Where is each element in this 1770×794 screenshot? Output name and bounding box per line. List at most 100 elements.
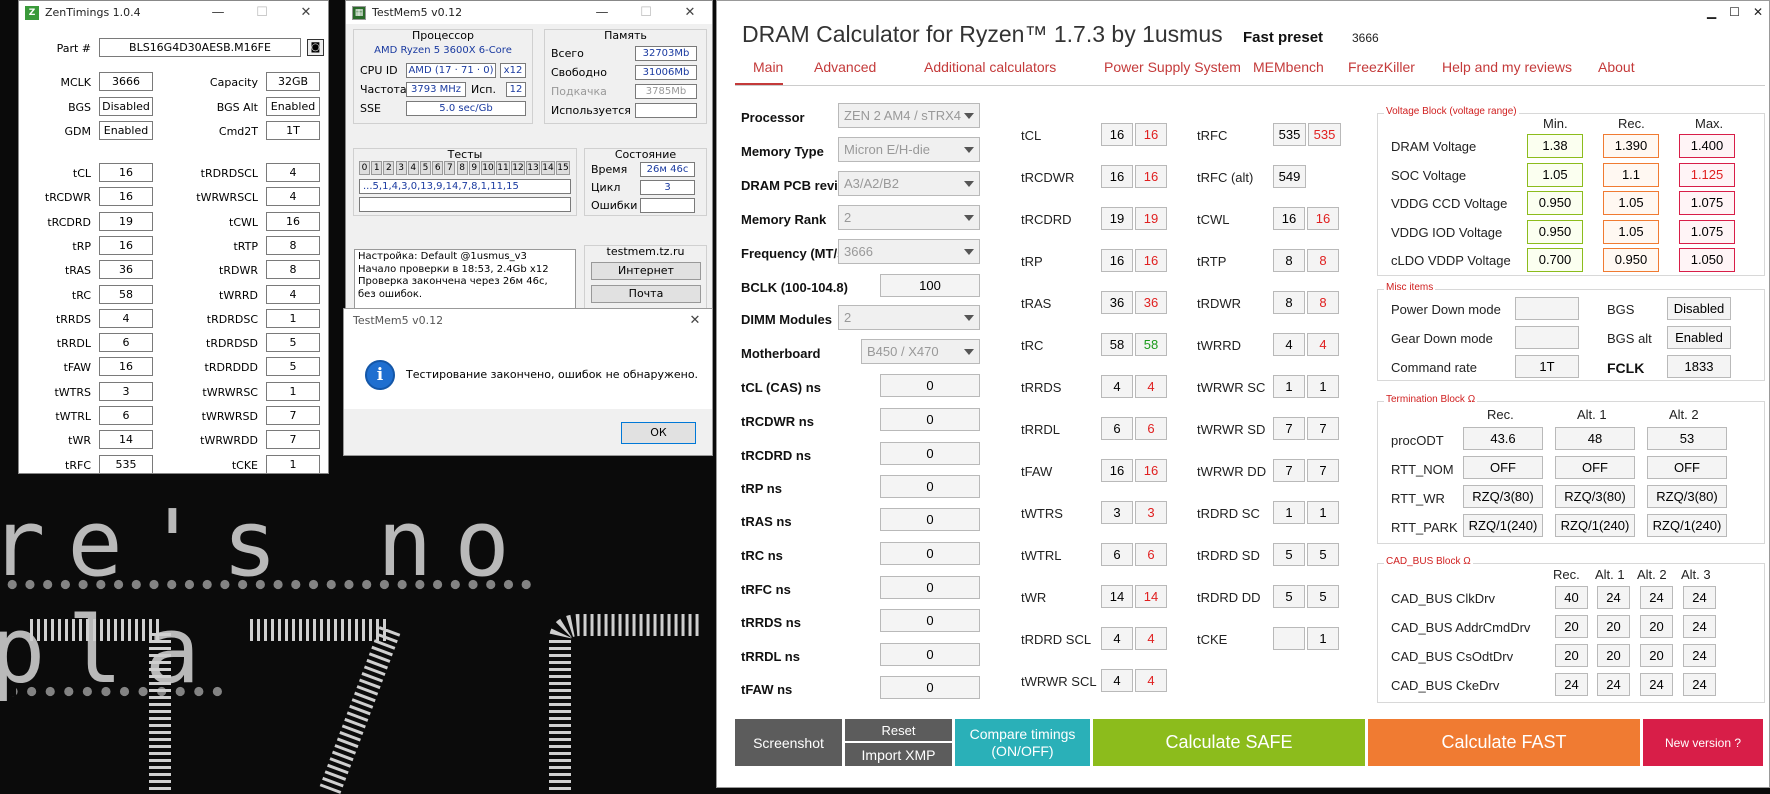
- test-cell: 1: [371, 161, 383, 175]
- timing-value: Enabled: [99, 121, 153, 140]
- termination-value: 43.6: [1463, 427, 1543, 450]
- calculate-safe-button[interactable]: Calculate SAFE: [1093, 719, 1365, 766]
- new-version-button[interactable]: New version ?: [1643, 719, 1763, 766]
- timing-value-rec: 5: [1307, 585, 1339, 608]
- reset-button[interactable]: Reset: [845, 719, 952, 741]
- param-select[interactable]: B450 / X470: [861, 339, 980, 364]
- tab-main[interactable]: Main: [753, 59, 783, 75]
- param-select[interactable]: 2: [838, 305, 980, 330]
- param-input[interactable]: 0: [880, 609, 980, 632]
- tab-separator: [735, 85, 1765, 86]
- param-input[interactable]: 0: [880, 576, 980, 599]
- screenshot-button[interactable]: Screenshot: [735, 719, 842, 766]
- power-down-label: Power Down mode: [1391, 302, 1501, 317]
- cadbus-label: CAD_BUS CsOdtDrv: [1391, 649, 1514, 664]
- param-select[interactable]: ZEN 2 AM4 / sTRX4: [838, 103, 980, 128]
- close-icon[interactable]: ✕: [678, 309, 712, 332]
- close-icon[interactable]: ✕: [1753, 5, 1763, 19]
- tab-additional-calculators[interactable]: Additional calculators: [924, 59, 1056, 75]
- param-label: tRAS ns: [741, 514, 792, 529]
- param-input[interactable]: 0: [880, 542, 980, 565]
- compare-label-1: Compare timings: [969, 725, 1076, 742]
- timing-value: 1: [266, 381, 320, 401]
- calculate-fast-button[interactable]: Calculate FAST: [1368, 719, 1640, 766]
- timing-value-rec: 6: [1135, 543, 1167, 566]
- timing-label: tWRRD: [1197, 338, 1242, 353]
- timing-value: Disabled: [99, 96, 153, 116]
- timing-value: 1T: [266, 121, 320, 140]
- minimize-icon[interactable]: —: [196, 1, 240, 24]
- tab-advanced[interactable]: Advanced: [814, 59, 876, 75]
- tab-about[interactable]: About: [1598, 59, 1635, 75]
- ok-button[interactable]: ОК: [621, 422, 696, 444]
- swap-label: Подкачка: [551, 85, 607, 98]
- timing-value-rec: 19: [1135, 207, 1167, 230]
- maximize-icon[interactable]: ☐: [240, 1, 284, 24]
- timing-value: 8: [1273, 249, 1305, 272]
- minimize-icon[interactable]: ▁: [1707, 5, 1716, 19]
- param-input[interactable]: 0: [880, 508, 980, 531]
- time-value: 26м 46с: [640, 162, 695, 177]
- param-input[interactable]: 0: [880, 442, 980, 465]
- timing-label: tRDRD SD: [1197, 548, 1260, 563]
- param-label: Memory Rank: [741, 212, 827, 227]
- minimize-icon[interactable]: —: [580, 1, 624, 24]
- term-header-rec: Rec.: [1487, 407, 1514, 422]
- param-select[interactable]: Micron E/H-die: [838, 137, 980, 162]
- param-input[interactable]: 0: [880, 676, 980, 699]
- dram-calculator-window: DRAM Calculator for Ryzen™ 1.7.3 by 1usm…: [716, 0, 1770, 788]
- maximize-icon[interactable]: ☐: [624, 1, 668, 24]
- background-wallpaper: re's no pla: [0, 470, 720, 794]
- close-icon[interactable]: ✕: [284, 1, 328, 24]
- wallpaper-shapes: [30, 614, 700, 794]
- test-cell: 12: [511, 161, 525, 175]
- param-input[interactable]: 0: [880, 408, 980, 431]
- tab-membench[interactable]: MEMbench: [1253, 59, 1324, 75]
- internet-button[interactable]: Интернет: [591, 262, 701, 280]
- timing-label: tRP: [1021, 254, 1043, 269]
- tab-freezkiller[interactable]: FreezKiller: [1348, 59, 1415, 75]
- dialog-titlebar[interactable]: TestMem5 v0.12 ✕: [344, 309, 712, 331]
- close-icon[interactable]: ✕: [668, 1, 712, 24]
- param-label: Frequency (MT/s): [741, 246, 849, 261]
- camera-icon[interactable]: ◙: [307, 39, 324, 56]
- testmem-titlebar[interactable]: ▦ TestMem5 v0.12 — ☐ ✕: [346, 1, 712, 24]
- timing-value: 58: [99, 284, 153, 304]
- param-select[interactable]: 2: [838, 205, 980, 230]
- voltage-label: VDDG IOD Voltage: [1391, 224, 1503, 240]
- param-label: tRFC ns: [741, 582, 791, 597]
- cadbus-value: 24: [1640, 586, 1673, 609]
- termination-value: RZQ/1(240): [1463, 514, 1543, 537]
- bgs-alt-value: Enabled: [1667, 326, 1731, 349]
- timing-label: tRFC (alt): [1197, 170, 1254, 185]
- cycle-value: 3: [640, 180, 695, 195]
- param-select[interactable]: A3/A2/B2: [838, 171, 980, 196]
- timing-value: 7: [1273, 417, 1305, 440]
- compare-timings-button[interactable]: Compare timings (ON/OFF): [955, 719, 1090, 766]
- state-group: Состояние Время 26м 46с Цикл 3 Ошибки: [584, 148, 707, 216]
- mail-button[interactable]: Почта: [591, 285, 701, 303]
- tab-power-supply-system[interactable]: Power Supply System: [1104, 59, 1241, 75]
- import-xmp-button[interactable]: Import XMP: [845, 743, 952, 766]
- param-select[interactable]: 3666: [838, 239, 980, 264]
- param-select-value: 3666: [844, 244, 873, 259]
- param-input[interactable]: 0: [880, 374, 980, 397]
- param-select-value: B450 / X470: [867, 344, 939, 359]
- param-input[interactable]: 100: [880, 274, 980, 297]
- timing-label: tRDRDSC: [206, 312, 258, 326]
- param-input[interactable]: 0: [880, 475, 980, 498]
- timing-value-rec: 1: [1307, 375, 1339, 398]
- param-input[interactable]: 0: [880, 643, 980, 666]
- maximize-icon[interactable]: ☐: [1729, 5, 1740, 19]
- log-line: Начало проверки в 18:53, 2.4Gb x12: [358, 263, 549, 275]
- cadbus-value: 20: [1597, 615, 1630, 638]
- tab-help-and-my-reviews[interactable]: Help and my reviews: [1442, 59, 1572, 75]
- param-select-value: Micron E/H-die: [844, 142, 930, 157]
- chevron-down-icon: [964, 349, 974, 355]
- timing-label: MCLK: [60, 76, 91, 89]
- state-group-title: Состояние: [614, 148, 677, 161]
- voltage-min: 1.05: [1527, 162, 1583, 187]
- zentimings-titlebar[interactable]: Z ZenTimings 1.0.4 — ☐ ✕: [19, 1, 328, 24]
- total-label: Всего: [551, 47, 584, 60]
- cadbus-value: 24: [1555, 673, 1588, 696]
